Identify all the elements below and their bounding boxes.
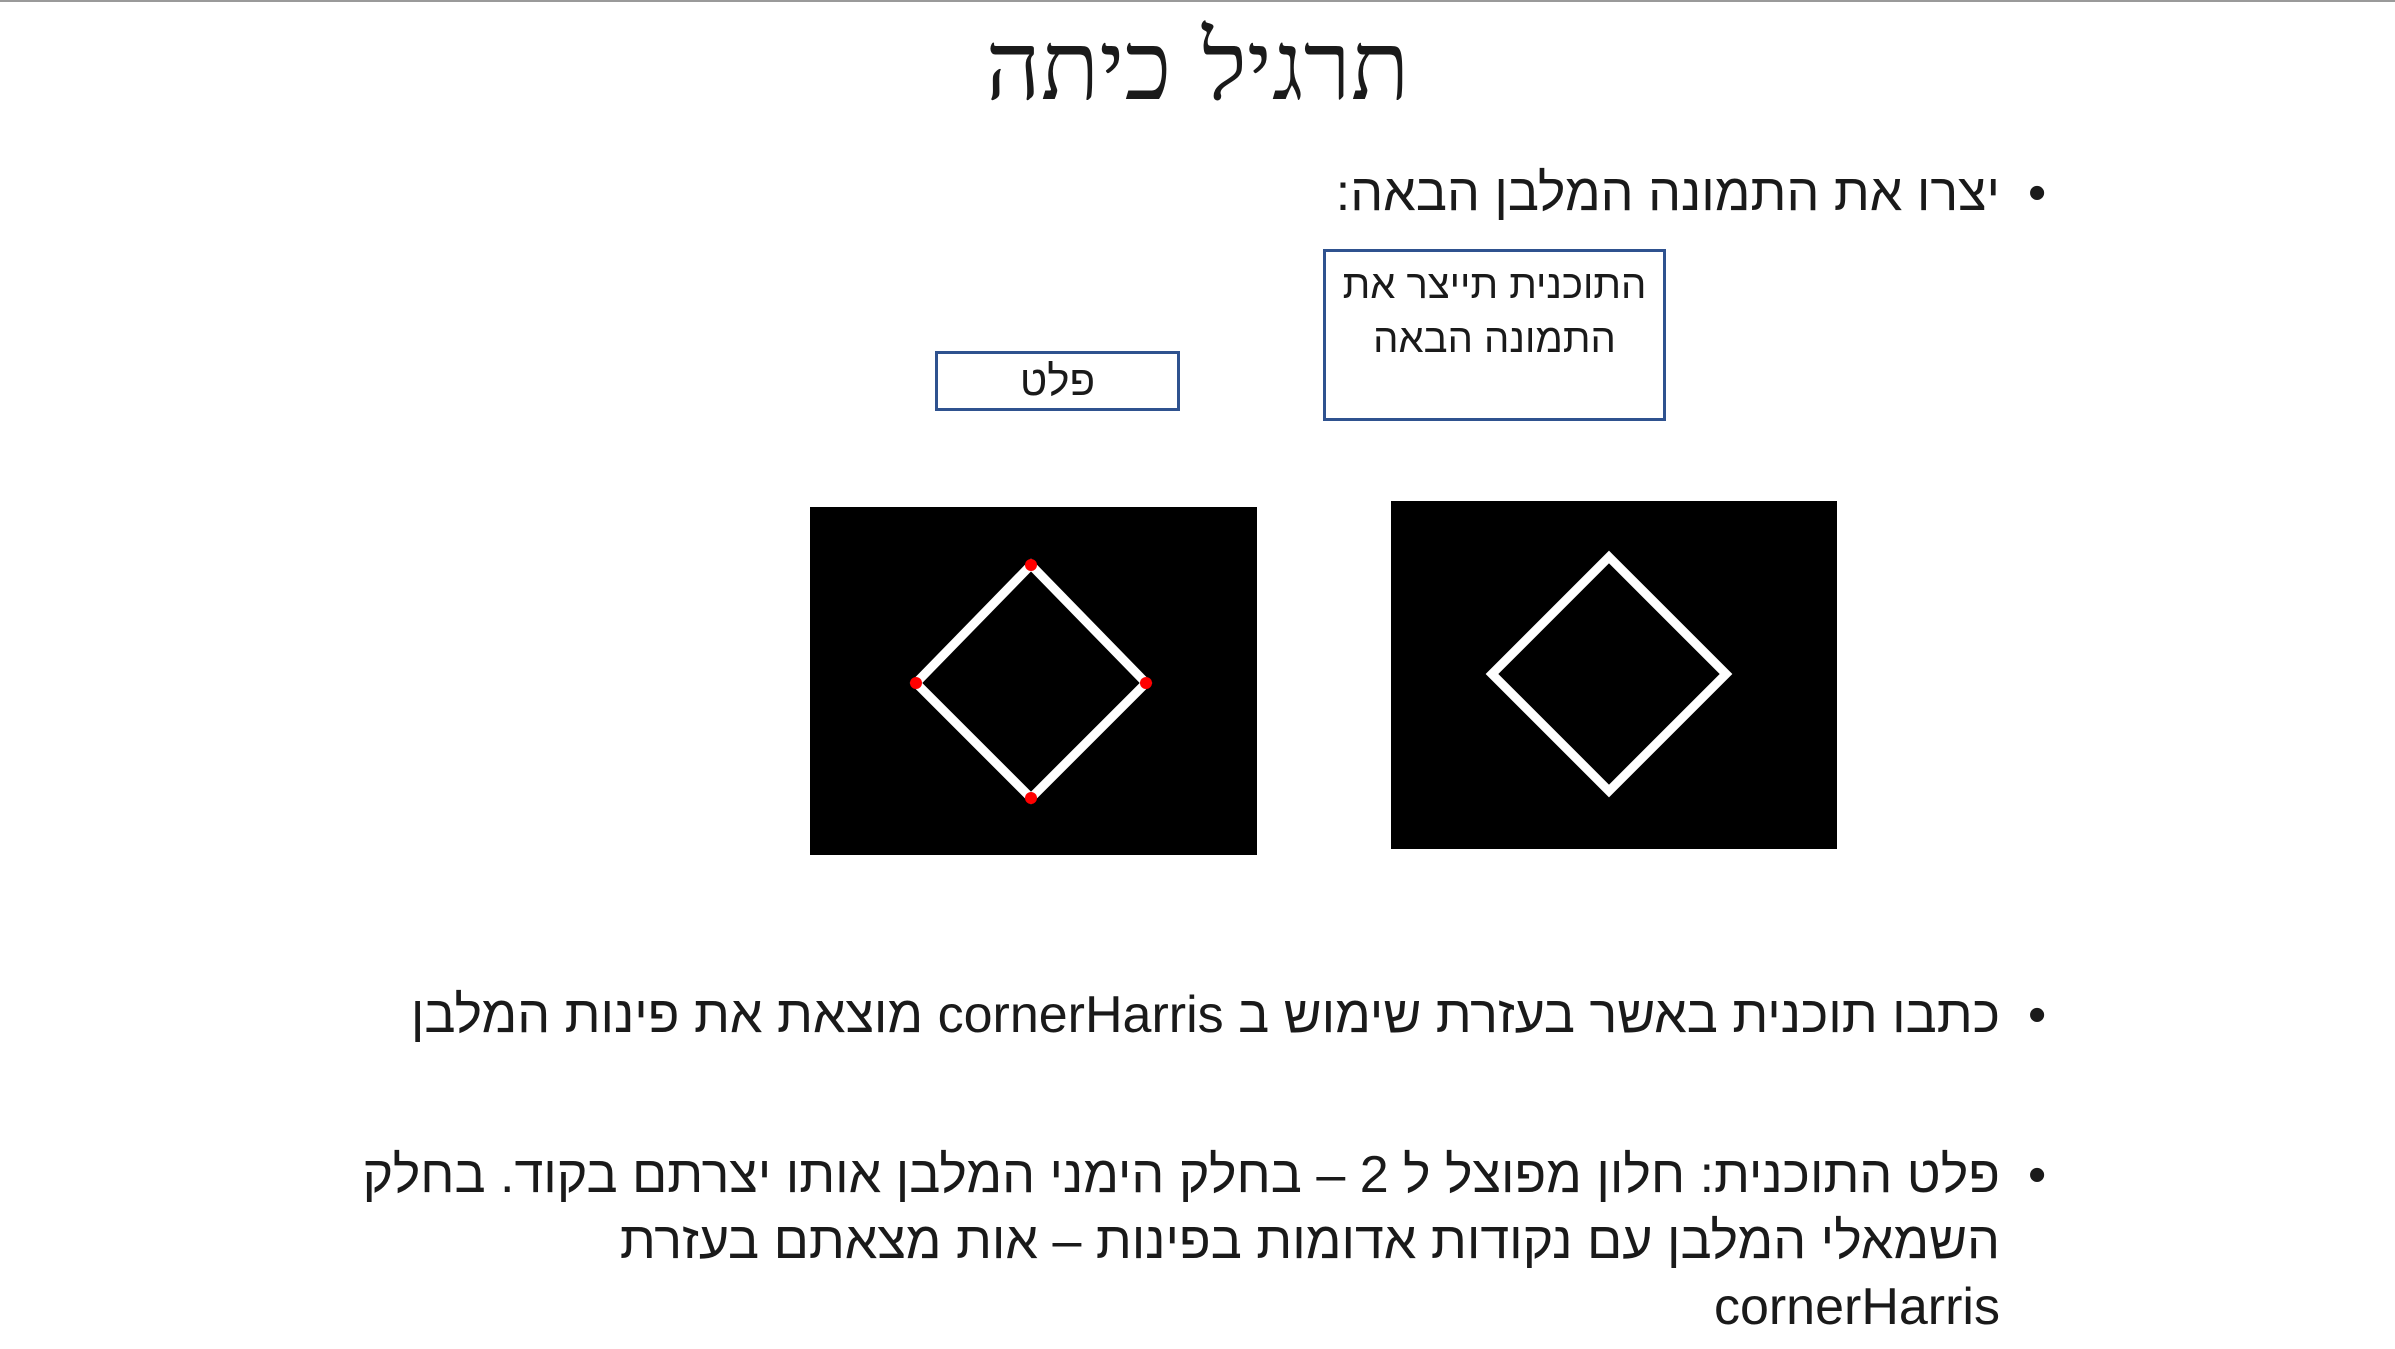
bullet-dot: •	[2028, 164, 2047, 222]
bullet-write-program: כתבו תוכנית באשר בעזרת שימוש ב cornerHar…	[410, 986, 2000, 1044]
input-image	[1391, 501, 1837, 849]
output-square-drawing	[909, 558, 1153, 805]
corner-point-left	[910, 677, 922, 689]
output-square-outline	[909, 558, 1153, 805]
corner-point-top	[1025, 559, 1037, 571]
bullet-dot: •	[2028, 986, 2047, 1044]
output-label: פלט	[935, 351, 1180, 411]
bullet-dot: •	[2028, 1146, 2047, 1204]
slide-title: תרגיל כיתה	[985, 10, 1410, 122]
output-image	[810, 507, 1257, 855]
input-square-drawing	[1485, 550, 1733, 798]
bullet-program-output: פלט התוכנית: חלון מפוצל ל 2 – בחלק הימני…	[362, 1146, 2000, 1336]
bullet-create-image: יצרו את התמונה המלבן הבאה:	[1335, 164, 2000, 222]
input-square-outline	[1485, 550, 1733, 798]
corner-point-bottom	[1025, 792, 1037, 804]
corner-point-right	[1140, 677, 1152, 689]
top-rule	[0, 0, 2395, 2]
program-label: התוכנית תייצר את התמונה הבאה	[1323, 249, 1666, 421]
